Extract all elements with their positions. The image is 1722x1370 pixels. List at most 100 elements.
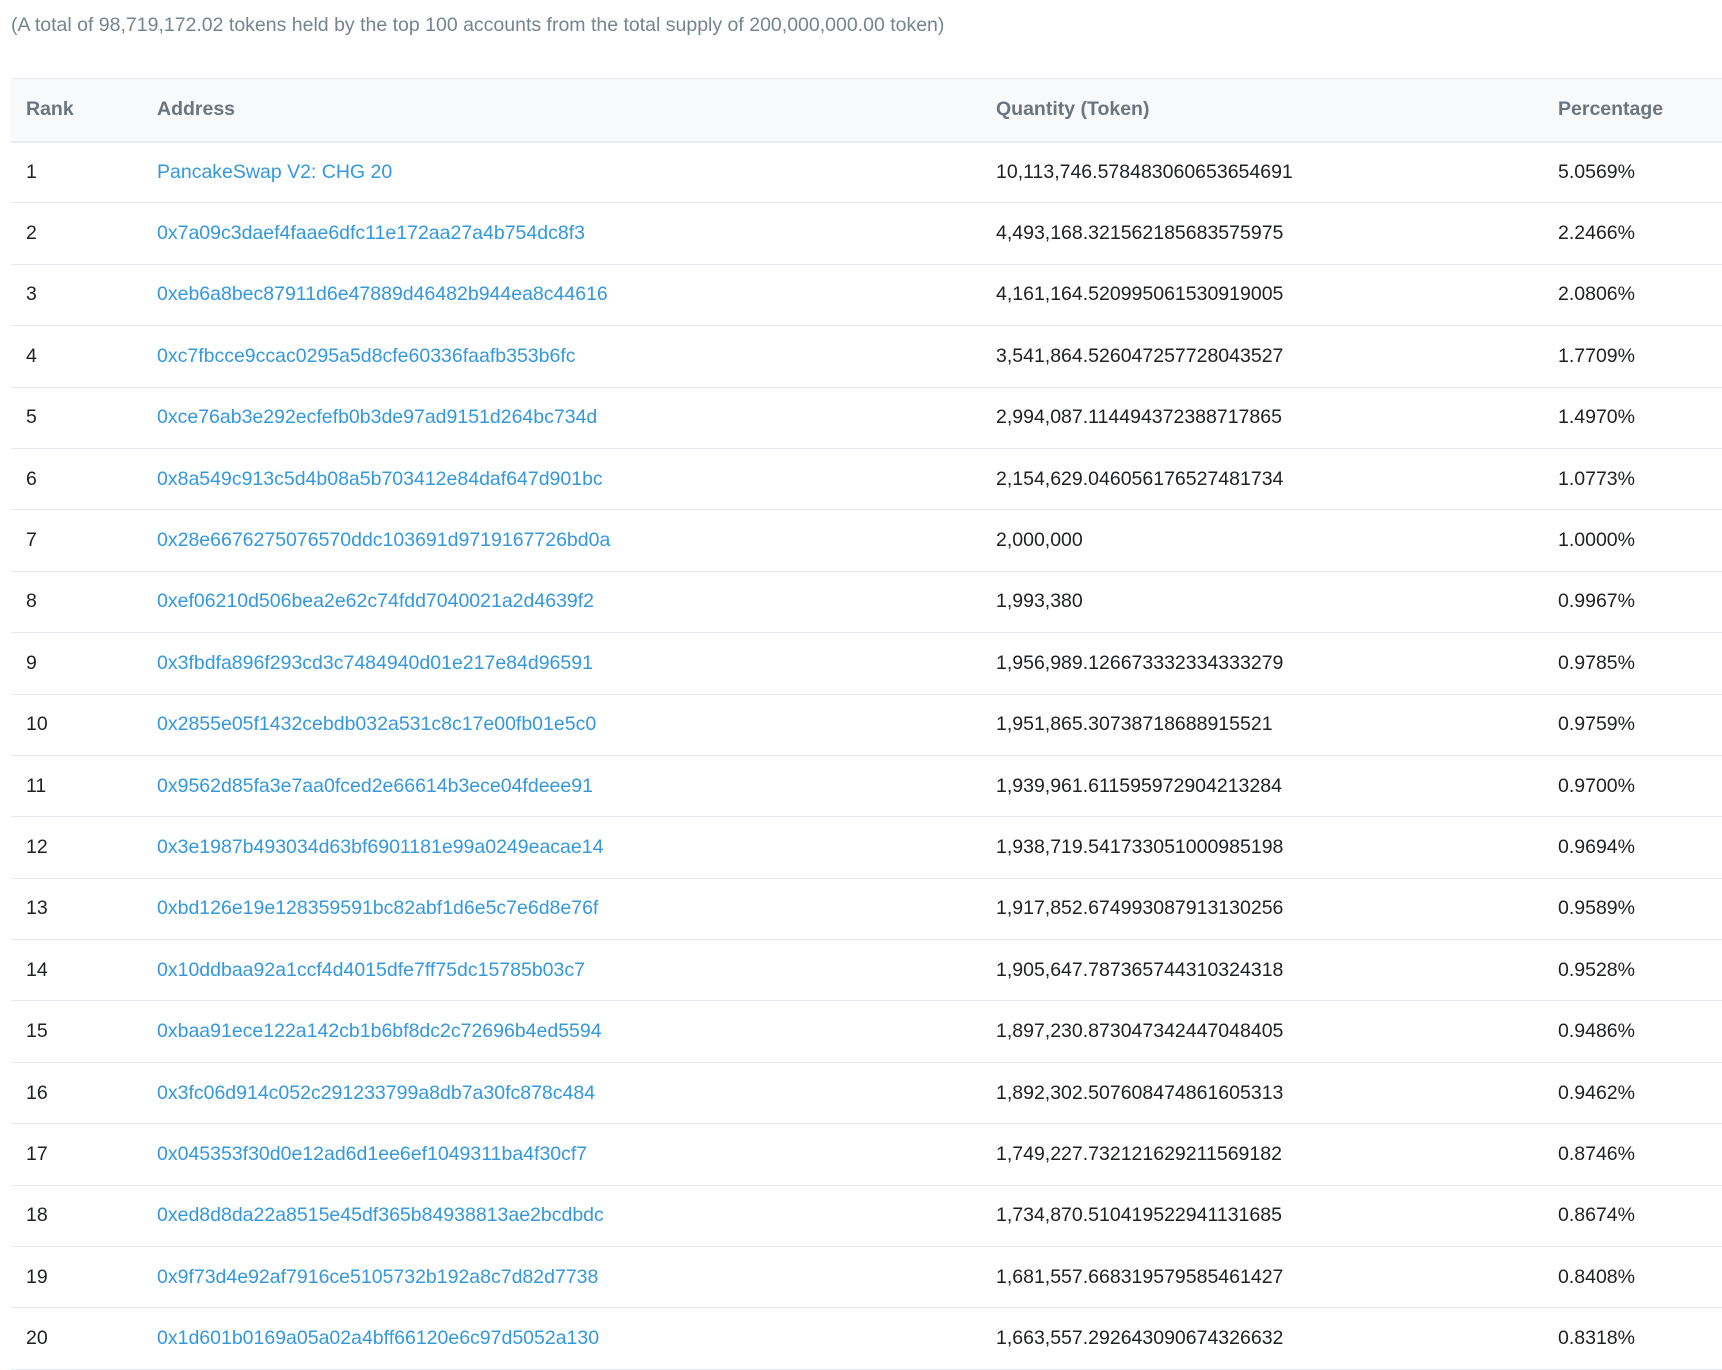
holder-address-link[interactable]: 0x3fc06d914c052c291233799a8db7a30fc878c4… [157, 1082, 595, 1104]
holder-address-link[interactable]: 0x3fbdfa896f293cd3c7484940d01e217e84d965… [157, 652, 593, 674]
quantity-cell: 1,749,227.732121629211569182 [981, 1123, 1543, 1186]
quantity-cell: 1,905,647.787365744310324318 [981, 939, 1543, 1002]
holder-address-link[interactable]: 0x9f73d4e92af7916ce5105732b192a8c7d82d77… [157, 1266, 598, 1288]
table-row: 13 0xbd126e19e128359591bc82abf1d6e5c7e6d8… [11, 878, 1722, 941]
address-cell: 0x3fc06d914c052c291233799a8db7a30fc878c4… [142, 1062, 981, 1125]
column-header-address: Address [142, 78, 981, 143]
rank-cell: 16 [11, 1062, 142, 1125]
address-cell: 0x10ddbaa92a1ccf4d4015dfe7ff75dc15785b03… [142, 939, 981, 1002]
quantity-cell: 1,734,870.510419522941131685 [981, 1185, 1543, 1248]
rank-cell: 15 [11, 1000, 142, 1063]
rank-cell: 20 [11, 1307, 142, 1370]
address-cell: 0xbd126e19e128359591bc82abf1d6e5c7e6d8e7… [142, 878, 981, 941]
address-cell: 0xef06210d506bea2e62c74fdd7040021a2d4639… [142, 571, 981, 634]
table-row: 12 0x3e1987b493034d63bf6901181e99a0249eac… [11, 816, 1722, 879]
quantity-cell: 1,892,302.507608474861605313 [981, 1062, 1543, 1125]
table-row: 20 0x1d601b0169a05a02a4bff66120e6c97d5052… [11, 1307, 1722, 1370]
quantity-cell: 1,951,865.30738718688915521 [981, 694, 1543, 756]
rank-cell: 3 [11, 264, 142, 327]
rank-cell: 12 [11, 816, 142, 879]
table-row: 4 0xc7fbcce9ccac0295a5d8cfe60336faafb353b… [11, 325, 1722, 388]
address-cell: 0x045353f30d0e12ad6d1ee6ef1049311ba4f30c… [142, 1123, 981, 1186]
table-row: 14 0x10ddbaa92a1ccf4d4015dfe7ff75dc15785b… [11, 939, 1722, 1002]
table-row: 1 PancakeSwap V2: CHG 20 10,113,746.578483… [11, 141, 1722, 204]
quantity-cell: 1,897,230.873047342447048405 [981, 1000, 1543, 1063]
table-row: 5 0xce76ab3e292ecfefb0b3de97ad9151d264bc7… [11, 387, 1722, 449]
table-row: 16 0x3fc06d914c052c291233799a8db7a30fc878… [11, 1062, 1722, 1125]
token-holders-table: Rank Address Quantity (Token) Percentage… [11, 78, 1722, 1370]
percentage-cell: 1.0000% [1543, 509, 1722, 572]
holder-address-link[interactable]: 0x1d601b0169a05a02a4bff66120e6c97d5052a1… [157, 1327, 599, 1349]
column-header-percentage: Percentage [1543, 78, 1722, 143]
holder-address-link[interactable]: 0x3e1987b493034d63bf6901181e99a0249eacae… [157, 836, 603, 858]
holder-address-link[interactable]: 0x9562d85fa3e7aa0fced2e66614b3ece04fdeee… [157, 775, 593, 797]
percentage-cell: 2.0806% [1543, 264, 1722, 327]
holder-address-link[interactable]: 0x2855e05f1432cebdb032a531c8c17e00fb01e5… [157, 713, 596, 735]
address-cell: 0xc7fbcce9ccac0295a5d8cfe60336faafb353b6… [142, 325, 981, 388]
rank-cell: 11 [11, 755, 142, 818]
table-row: 8 0xef06210d506bea2e62c74fdd7040021a2d463… [11, 571, 1722, 634]
holder-address-link[interactable]: 0xef06210d506bea2e62c74fdd7040021a2d4639… [157, 590, 594, 612]
quantity-cell: 1,993,380 [981, 571, 1543, 634]
percentage-cell: 0.8746% [1543, 1123, 1722, 1186]
percentage-cell: 5.0569% [1543, 141, 1722, 204]
address-cell: 0x2855e05f1432cebdb032a531c8c17e00fb01e5… [142, 694, 981, 756]
table-row: 15 0xbaa91ece122a142cb1b6bf8dc2c72696b4ed… [11, 1000, 1722, 1063]
percentage-cell: 1.7709% [1543, 325, 1722, 388]
address-cell: 0x3fbdfa896f293cd3c7484940d01e217e84d965… [142, 632, 981, 695]
holder-address-link[interactable]: 0xbaa91ece122a142cb1b6bf8dc2c72696b4ed55… [157, 1020, 602, 1042]
quantity-cell: 1,663,557.292643090674326632 [981, 1307, 1543, 1370]
table-row: 9 0x3fbdfa896f293cd3c7484940d01e217e84d96… [11, 632, 1722, 695]
table-row: 17 0x045353f30d0e12ad6d1ee6ef1049311ba4f3… [11, 1123, 1722, 1186]
quantity-cell: 3,541,864.526047257728043527 [981, 325, 1543, 388]
quantity-cell: 1,917,852.674993087913130256 [981, 878, 1543, 941]
rank-cell: 5 [11, 387, 142, 449]
rank-cell: 8 [11, 571, 142, 634]
holder-address-link[interactable]: 0xc7fbcce9ccac0295a5d8cfe60336faafb353b6… [157, 345, 576, 367]
quantity-cell: 1,939,961.611595972904213284 [981, 755, 1543, 818]
holder-address-link[interactable]: PancakeSwap V2: CHG 20 [157, 161, 392, 183]
percentage-cell: 0.9967% [1543, 571, 1722, 634]
table-row: 7 0x28e6676275076570ddc103691d9719167726b… [11, 509, 1722, 572]
address-cell: 0x1d601b0169a05a02a4bff66120e6c97d5052a1… [142, 1307, 981, 1370]
table-row: 19 0x9f73d4e92af7916ce5105732b192a8c7d82d… [11, 1246, 1722, 1309]
column-header-quantity: Quantity (Token) [981, 78, 1543, 143]
table-row: 18 0xed8d8da22a8515e45df365b84938813ae2bc… [11, 1185, 1722, 1248]
holder-address-link[interactable]: 0xbd126e19e128359591bc82abf1d6e5c7e6d8e7… [157, 897, 598, 919]
table-row: 10 0x2855e05f1432cebdb032a531c8c17e00fb01… [11, 694, 1722, 756]
holder-address-link[interactable]: 0x7a09c3daef4faae6dfc11e172aa27a4b754dc8… [157, 222, 585, 244]
table-header-row: Rank Address Quantity (Token) Percentage [11, 78, 1722, 143]
table-row: 2 0x7a09c3daef4faae6dfc11e172aa27a4b754dc… [11, 202, 1722, 265]
holder-address-link[interactable]: 0xeb6a8bec87911d6e47889d46482b944ea8c446… [157, 283, 608, 305]
percentage-cell: 0.9785% [1543, 632, 1722, 695]
address-cell: 0xeb6a8bec87911d6e47889d46482b944ea8c446… [142, 264, 981, 327]
holder-address-link[interactable]: 0x10ddbaa92a1ccf4d4015dfe7ff75dc15785b03… [157, 959, 585, 981]
percentage-cell: 0.9528% [1543, 939, 1722, 1002]
address-cell: 0xce76ab3e292ecfefb0b3de97ad9151d264bc73… [142, 387, 981, 449]
holder-address-link[interactable]: 0xce76ab3e292ecfefb0b3de97ad9151d264bc73… [157, 406, 597, 428]
address-cell: 0x28e6676275076570ddc103691d9719167726bd… [142, 509, 981, 572]
rank-cell: 18 [11, 1185, 142, 1248]
quantity-cell: 1,956,989.126673332334333279 [981, 632, 1543, 695]
percentage-cell: 0.8408% [1543, 1246, 1722, 1309]
address-cell: PancakeSwap V2: CHG 20 [142, 141, 981, 204]
quantity-cell: 4,493,168.321562185683575975 [981, 202, 1543, 265]
address-cell: 0x9562d85fa3e7aa0fced2e66614b3ece04fdeee… [142, 755, 981, 818]
rank-cell: 14 [11, 939, 142, 1002]
holder-address-link[interactable]: 0xed8d8da22a8515e45df365b84938813ae2bcdb… [157, 1204, 604, 1226]
quantity-cell: 10,113,746.578483060653654691 [981, 141, 1543, 204]
table-body: 1 PancakeSwap V2: CHG 20 10,113,746.578483… [11, 141, 1722, 1370]
address-cell: 0xed8d8da22a8515e45df365b84938813ae2bcdb… [142, 1185, 981, 1248]
percentage-cell: 0.9589% [1543, 878, 1722, 941]
address-cell: 0x7a09c3daef4faae6dfc11e172aa27a4b754dc8… [142, 202, 981, 265]
percentage-cell: 0.9759% [1543, 694, 1722, 756]
rank-cell: 17 [11, 1123, 142, 1186]
address-cell: 0x8a549c913c5d4b08a5b703412e84daf647d901… [142, 448, 981, 511]
holder-address-link[interactable]: 0x8a549c913c5d4b08a5b703412e84daf647d901… [157, 468, 603, 490]
percentage-cell: 0.9486% [1543, 1000, 1722, 1063]
holder-address-link[interactable]: 0x045353f30d0e12ad6d1ee6ef1049311ba4f30c… [157, 1143, 587, 1165]
percentage-cell: 0.8674% [1543, 1185, 1722, 1248]
holder-address-link[interactable]: 0x28e6676275076570ddc103691d9719167726bd… [157, 529, 610, 551]
rank-cell: 19 [11, 1246, 142, 1309]
quantity-cell: 2,994,087.114494372388717865 [981, 387, 1543, 449]
